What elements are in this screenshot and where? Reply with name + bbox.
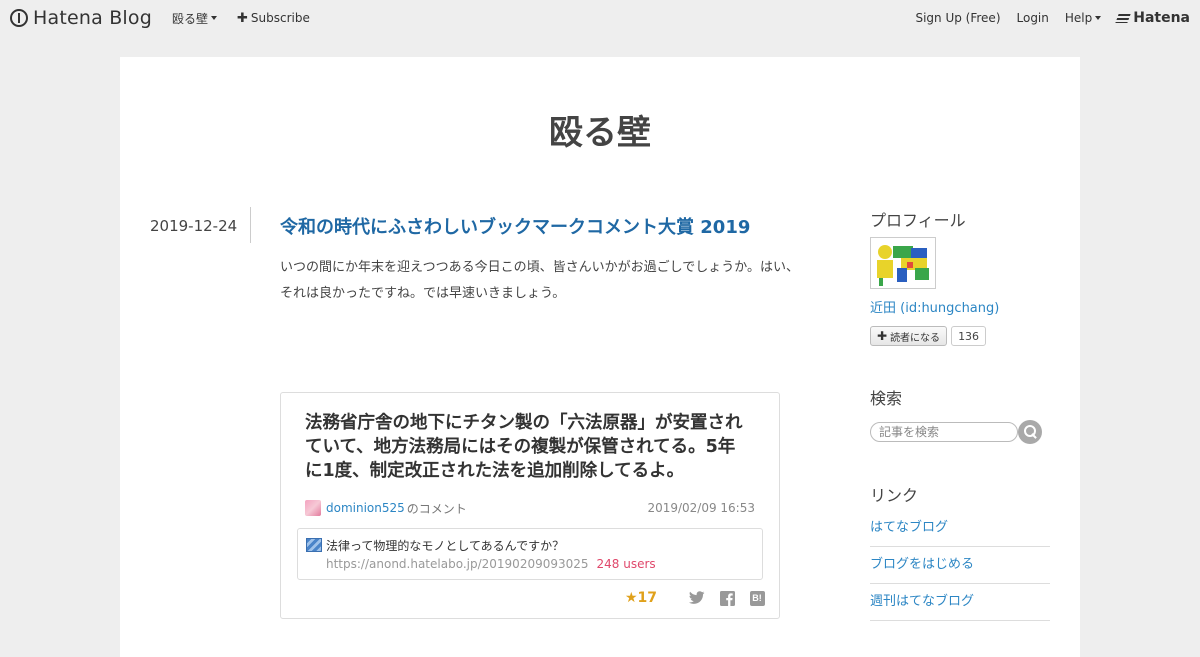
hatena-blog-logo-icon (10, 9, 28, 27)
blog-menu-dropdown[interactable]: 殴る壁 (172, 10, 218, 27)
comment-suffix: のコメント (406, 501, 467, 516)
login-link[interactable]: Login (1017, 11, 1049, 25)
sidebar-link-hatena-blog[interactable]: はてなブログ (870, 510, 1050, 547)
referenced-entry-meta: https://anond.hatelabo.jp/20190209093025… (326, 557, 656, 571)
referenced-entry[interactable]: 法律って物理的なモノとしてあるんですか？ https://anond.hatel… (297, 528, 763, 580)
card-actions: ★17 B! (625, 590, 765, 606)
blog-title[interactable]: 殴る壁 (120, 105, 1080, 154)
comment-timestamp[interactable]: 2019/02/09 16:53 (647, 501, 755, 515)
blog-panel: 殴る壁 2019-12-24 令和の時代にふさわしいブックマークコメント大賞 2… (120, 57, 1080, 657)
bookmark-comment-text: 法務省庁舎の地下にチタン製の「六法原器」が安置され ていて、地方法務局にはその複… (305, 411, 761, 483)
search-button[interactable] (1018, 420, 1042, 444)
hatena-bookmark-glyph: B! (749, 590, 765, 606)
sidebar-link-weekly[interactable]: 週刊はてなブログ (870, 584, 1050, 621)
profile-name[interactable]: 近田 (id:hungchang) (870, 297, 999, 316)
links-heading: リンク (870, 486, 919, 505)
global-header-left: Hatena Blog 殴る壁 ✚ Subscribe (0, 7, 310, 29)
signup-link[interactable]: Sign Up (Free) (915, 11, 1000, 25)
facebook-icon[interactable] (719, 590, 735, 606)
comment-username[interactable]: dominion525 (326, 501, 405, 515)
chevron-down-icon (1095, 16, 1102, 20)
search-input[interactable] (870, 422, 1018, 442)
profile-heading: プロフィール (870, 211, 966, 230)
search-heading: 検索 (870, 389, 903, 408)
subscriber-count[interactable]: 136 (951, 326, 987, 346)
avatar[interactable] (305, 500, 321, 516)
entry-excerpt: いつの間にか年末を迎えつつある今日この頃、皆さんいかがお過ごしでしょうか。はい、… (280, 255, 840, 307)
sidebar-link-start-blog[interactable]: ブログをはじめる (870, 547, 1050, 584)
star-count[interactable]: ★17 (625, 590, 657, 606)
referenced-entry-title[interactable]: 法律って物理的なモノとしてあるんですか？ (326, 537, 564, 554)
entry-excerpt-line: いつの間にか年末を迎えつつある今日この頃、皆さんいかがお過ごしでしょうか。はい、 (280, 260, 799, 275)
bookmark-comment-card: 法務省庁舎の地下にチタン製の「六法原器」が安置され ていて、地方法務局にはその複… (280, 392, 780, 619)
subscribe-row: ✚ 読者になる 136 (870, 326, 987, 346)
hatena-logo[interactable]: Hatena (1115, 10, 1190, 26)
comment-line: に1度、制定改正された法を追加削除してるよ。 (305, 461, 685, 481)
entry-date[interactable]: 2019-12-24 (150, 217, 237, 235)
links-list: はてなブログ ブログをはじめる 週刊はてなブログ (870, 510, 1050, 621)
hatena-blog-logo[interactable]: Hatena Blog (10, 7, 152, 29)
comment-line: 法務省庁舎の地下にチタン製の「六法原器」が安置され (305, 413, 743, 433)
blog-menu-label: 殴る壁 (172, 11, 209, 26)
hatena-bookmark-icon[interactable]: B! (749, 590, 765, 606)
subscribe-link[interactable]: ✚ Subscribe (237, 11, 310, 26)
sidebar: プロフィール 近田 (id:hungchang) ✚ 読者になる 136 検索 … (870, 207, 1050, 621)
date-divider (250, 207, 251, 243)
plus-icon: ✚ (877, 329, 888, 343)
entry-title[interactable]: 令和の時代にふさわしいブックマークコメント大賞 2019 (280, 213, 750, 239)
hatena-logo-text: Hatena (1133, 10, 1190, 26)
search-icon-handle (1031, 433, 1037, 439)
twitter-icon[interactable] (689, 590, 705, 606)
plus-icon: ✚ (237, 10, 248, 26)
subscribe-button[interactable]: ✚ 読者になる (870, 326, 948, 346)
entry-excerpt-line: それは良かったですね。では早速いきましょう。 (280, 286, 566, 301)
chevron-down-icon (211, 16, 218, 20)
profile-avatar[interactable] (870, 237, 936, 289)
help-label: Help (1064, 11, 1093, 25)
comment-line: ていて、地方法務局にはその複製が保管されてる。5年 (305, 437, 736, 457)
subscribe-label: Subscribe (250, 11, 310, 25)
global-header-right: Sign Up (Free) Login Help Hatena (899, 10, 1200, 26)
referenced-entry-url[interactable]: https://anond.hatelabo.jp/20190209093025 (326, 557, 589, 571)
search-form (870, 420, 1042, 444)
hatena-logo-icon (1115, 13, 1131, 23)
help-dropdown[interactable]: Help (1064, 11, 1102, 25)
brand-text: Hatena Blog (33, 7, 152, 29)
comment-author-row: dominion525 のコメント 2019/02/09 16:53 (305, 499, 755, 517)
subscribe-button-label: 読者になる (890, 332, 941, 344)
bookmark-users-count[interactable]: 248 users (597, 557, 656, 571)
site-favicon-icon (306, 538, 322, 552)
global-header: Hatena Blog 殴る壁 ✚ Subscribe Sign Up (Fre… (0, 0, 1200, 36)
